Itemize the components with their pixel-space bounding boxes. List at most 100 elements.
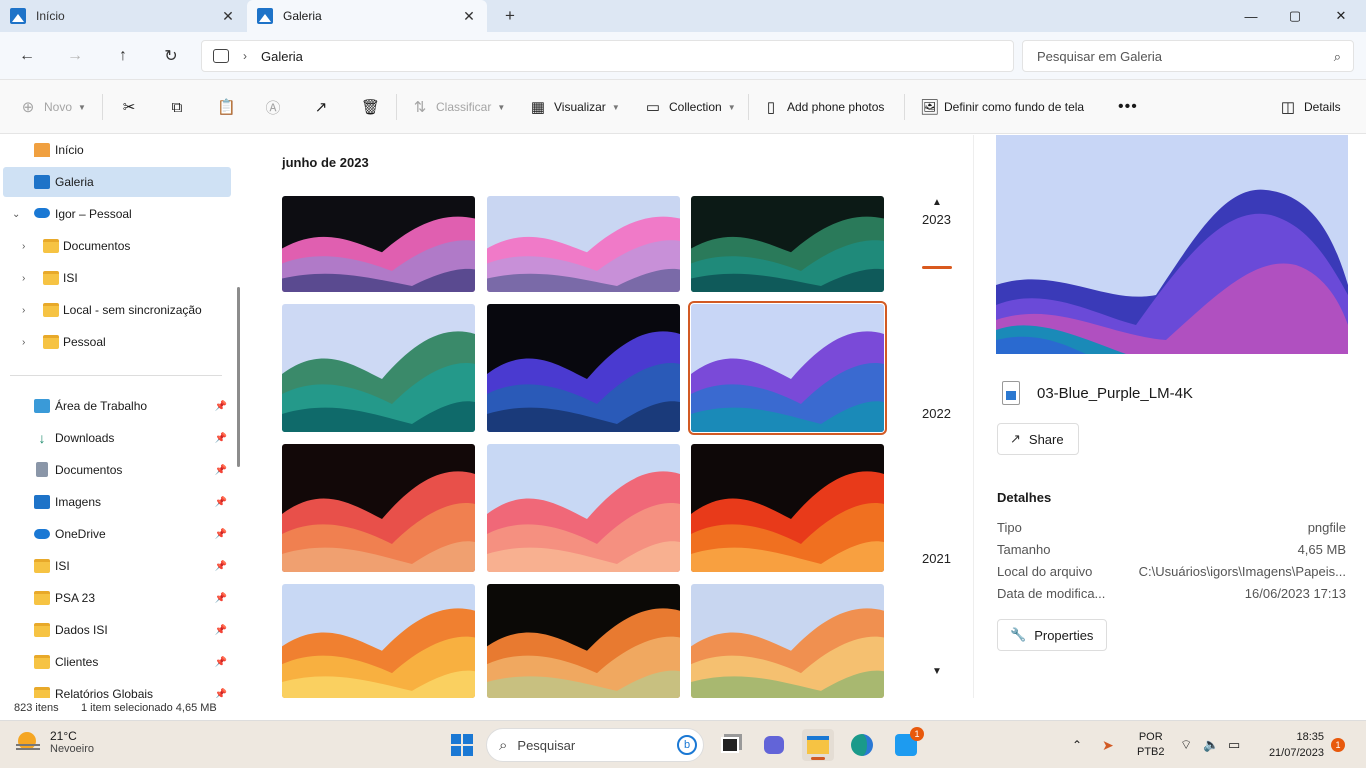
new-tab-button[interactable]: + <box>500 6 520 26</box>
cut-button[interactable]: ✂ <box>121 94 145 120</box>
photo-thumbnail[interactable] <box>691 584 884 698</box>
sidebar-item-galeria[interactable]: Galeria <box>3 167 231 197</box>
start-button[interactable] <box>446 729 478 761</box>
sidebar-item-pessoal[interactable]: › Pessoal <box>3 327 231 357</box>
timeline-year[interactable]: 2023 <box>922 212 951 227</box>
pin-icon[interactable]: 📌 <box>215 529 227 540</box>
pin-icon[interactable]: 📌 <box>215 593 227 604</box>
up-arrow-icon[interactable]: ↑ <box>109 42 137 70</box>
timeline-year[interactable]: 2022 <box>922 406 951 421</box>
teams-chat-button[interactable] <box>758 729 790 761</box>
photo-thumbnail[interactable] <box>282 584 475 698</box>
pin-icon[interactable]: 📌 <box>215 401 227 412</box>
search-input[interactable]: Pesquisar em Galeria ⌕ <box>1022 40 1354 72</box>
chevron-right-icon[interactable]: › <box>22 305 25 316</box>
sidebar-item-isi[interactable]: › ISI <box>3 263 231 293</box>
forward-arrow-icon[interactable]: → <box>61 42 89 70</box>
close-tab-icon[interactable]: ✕ <box>461 8 477 25</box>
new-button[interactable]: ⊕ Novo ▼ <box>20 94 86 120</box>
photo-thumbnail[interactable] <box>487 584 680 698</box>
timeline-scrubber[interactable]: ▲ 2023 2022 2021 ▼ <box>906 135 966 698</box>
sidebar-item-documentos[interactable]: › Documentos <box>3 231 231 261</box>
task-view-button[interactable] <box>714 729 746 761</box>
quick-access-item[interactable]: Clientes 📌 <box>3 647 231 677</box>
photo-thumbnail[interactable] <box>282 444 475 572</box>
pin-icon[interactable]: 📌 <box>215 433 227 444</box>
copy-button[interactable]: ⧉ <box>169 94 193 120</box>
properties-button[interactable]: 🔧 Properties <box>997 619 1107 651</box>
quick-access-item[interactable]: Dados ISI 📌 <box>3 615 231 645</box>
tab-galeria[interactable]: Galeria ✕ <box>247 0 487 32</box>
set-wallpaper-button[interactable]: 🖼 Definir como fundo de tela <box>920 94 1084 120</box>
delete-button[interactable]: 🗑 <box>361 94 385 120</box>
show-hidden-icons-button[interactable]: ⌃ <box>1072 721 1082 768</box>
address-bar[interactable]: › Galeria <box>201 40 1014 72</box>
chevron-right-icon[interactable]: › <box>243 49 247 63</box>
back-arrow-icon[interactable]: ← <box>13 42 41 70</box>
clock[interactable]: 18:35 21/07/2023 <box>1260 721 1324 768</box>
chevron-right-icon[interactable]: › <box>22 337 25 348</box>
scroll-down-icon[interactable]: ▼ <box>932 666 942 677</box>
bing-icon[interactable]: b <box>677 735 697 755</box>
share-button[interactable]: ↗ Share <box>997 423 1079 455</box>
photo-thumbnail[interactable] <box>487 444 680 572</box>
edge-button[interactable] <box>846 729 878 761</box>
chevron-right-icon[interactable]: › <box>22 273 25 284</box>
sidebar-scrollbar[interactable] <box>237 287 240 467</box>
pin-icon[interactable]: 📌 <box>215 561 227 572</box>
pin-icon[interactable]: 📌 <box>215 657 227 668</box>
quick-access-item[interactable]: Imagens 📌 <box>3 487 231 517</box>
photo-thumbnail[interactable] <box>691 196 884 292</box>
weather-widget[interactable]: 21°C Nevoeiro <box>16 729 94 755</box>
quick-access-item[interactable]: ISI 📌 <box>3 551 231 581</box>
pin-icon[interactable]: 📌 <box>215 689 227 699</box>
photo-thumbnail[interactable] <box>282 304 475 432</box>
photo-thumbnail[interactable] <box>691 444 884 572</box>
language-indicator[interactable]: POR PTB2 <box>1137 721 1165 768</box>
pin-icon[interactable]: 📌 <box>215 465 227 476</box>
quick-access-item[interactable]: OneDrive 📌 <box>3 519 231 549</box>
close-tab-icon[interactable]: ✕ <box>220 8 236 25</box>
quick-access-item[interactable]: Área de Trabalho 📌 <box>3 391 231 421</box>
quick-access-item[interactable]: PSA 23 📌 <box>3 583 231 613</box>
paste-button[interactable]: 📋 <box>217 94 241 120</box>
photo-thumbnail[interactable] <box>282 196 475 292</box>
timeline-year[interactable]: 2021 <box>922 551 951 566</box>
add-phone-photos-button[interactable]: ▯ Add phone photos <box>763 94 885 120</box>
scroll-up-icon[interactable]: ▲ <box>932 197 942 208</box>
file-explorer-button[interactable] <box>802 729 834 761</box>
sidebar-item-onedrive-personal[interactable]: ⌄ Igor – Pessoal <box>3 199 231 229</box>
close-button[interactable]: ✕ <box>1318 0 1364 32</box>
view-button[interactable]: ▦ Visualizar ▼ <box>530 94 620 120</box>
collection-button[interactable]: ▭ Collection ▼ <box>645 94 736 120</box>
pin-icon[interactable]: 📌 <box>215 625 227 636</box>
photo-thumbnail[interactable] <box>688 301 887 435</box>
chevron-down-icon[interactable]: ⌄ <box>12 209 20 220</box>
location-arrow-icon[interactable]: ➤ <box>1102 721 1114 768</box>
quick-access-item[interactable]: Documentos 📌 <box>3 455 231 485</box>
notification-badge[interactable]: 1 <box>1331 738 1345 752</box>
photo-thumbnail[interactable] <box>487 196 680 292</box>
details-button[interactable]: ◫ Details <box>1280 94 1341 120</box>
rename-button[interactable]: Ⓐ <box>265 94 289 120</box>
photo-thumbnail[interactable] <box>487 304 680 432</box>
battery-icon[interactable]: ▭ <box>1228 721 1240 768</box>
refresh-icon[interactable]: ↻ <box>157 42 185 70</box>
share-button[interactable]: ↗ <box>313 94 337 120</box>
maximize-button[interactable]: ▢ <box>1272 0 1318 32</box>
minimize-button[interactable]: — <box>1228 0 1274 32</box>
quick-access-item[interactable]: Relatórios Globais 📌 <box>3 679 231 698</box>
breadcrumb-galeria[interactable]: Galeria <box>261 49 303 64</box>
wifi-icon[interactable]: ⌔ <box>1180 721 1192 768</box>
more-options-button[interactable]: ••• <box>1118 94 1138 120</box>
tab-inicio[interactable]: Início ✕ <box>0 0 246 32</box>
sort-button[interactable]: ⇅ Classificar ▼ <box>412 94 506 120</box>
taskbar-search[interactable]: ⌕ Pesquisar b <box>486 728 704 762</box>
twitter-button[interactable]: 1 <box>890 727 924 761</box>
volume-icon[interactable]: 🔈 <box>1203 721 1219 768</box>
sidebar-item-local[interactable]: › Local - sem sincronização <box>3 295 231 325</box>
chevron-right-icon[interactable]: › <box>22 241 25 252</box>
sidebar-item-inicio[interactable]: Início <box>3 135 231 165</box>
quick-access-item[interactable]: ↓ Downloads 📌 <box>3 423 231 453</box>
pin-icon[interactable]: 📌 <box>215 497 227 508</box>
